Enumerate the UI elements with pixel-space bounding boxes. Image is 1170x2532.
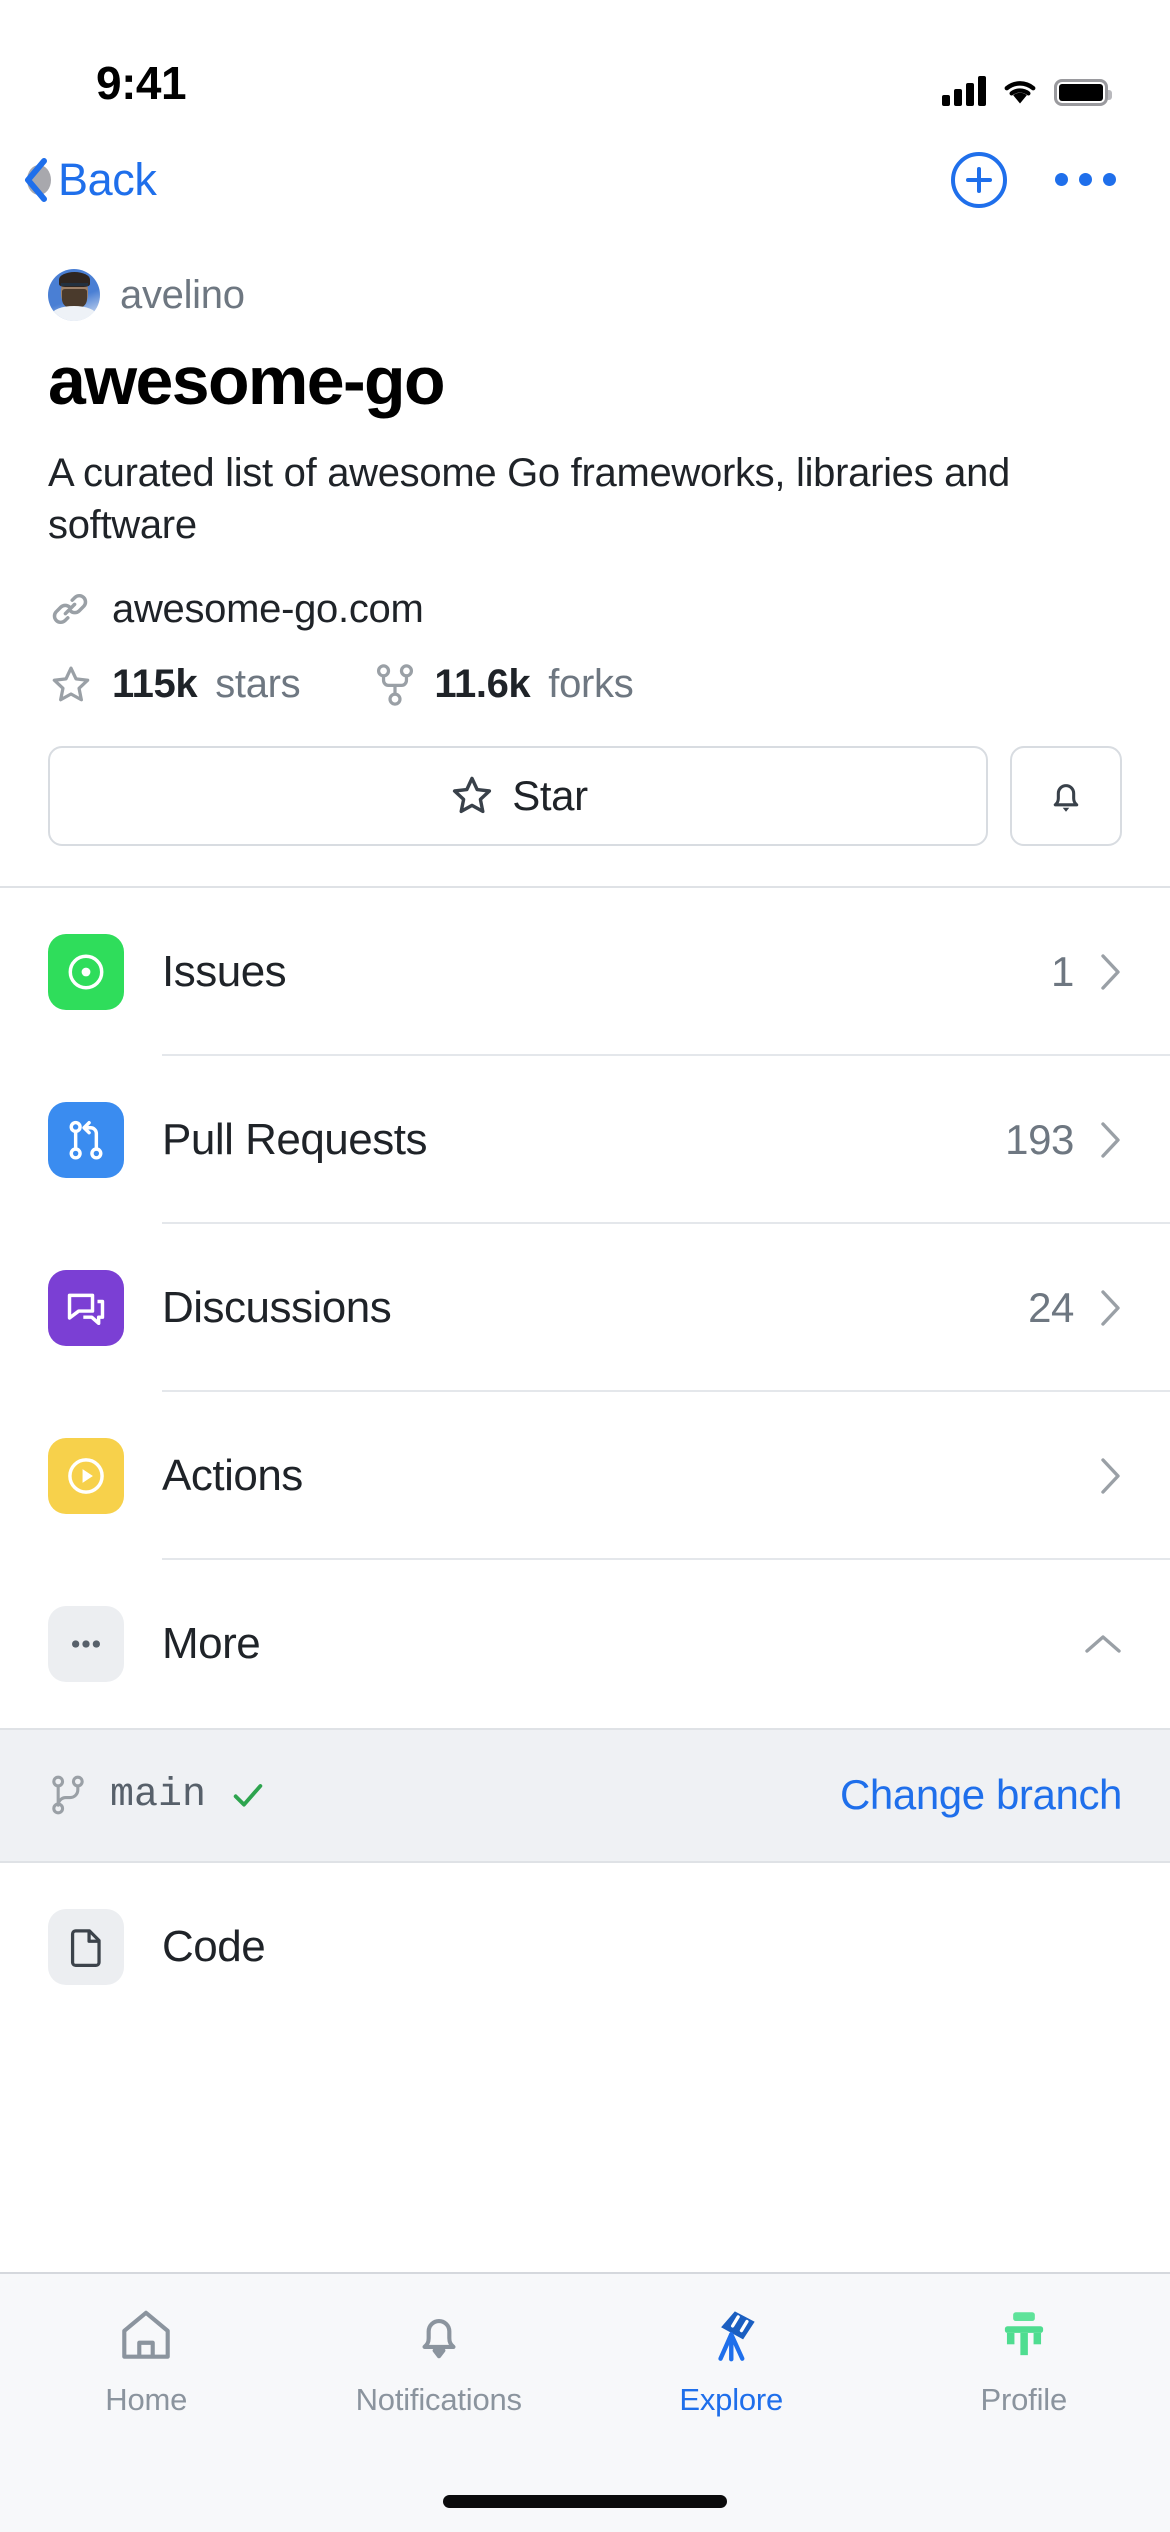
forks-count: 11.6k (434, 662, 531, 707)
profile-icon (993, 2302, 1055, 2368)
menu-item-actions[interactable]: Actions (48, 1392, 1170, 1560)
telescope-icon (698, 2302, 764, 2368)
status-bar: 9:41 (0, 0, 1170, 132)
back-label: Back (58, 153, 157, 205)
ellipsis-icon (48, 1605, 124, 1682)
page-title: awesome-go (48, 343, 445, 419)
repository-menu: Issues 1 Pull Requests 193 Discussions 2… (0, 887, 1170, 1728)
stars-stat[interactable]: 115k stars (48, 662, 301, 708)
comment-discussion-icon (48, 1269, 124, 1346)
menu-item-count: 24 (1028, 1283, 1074, 1331)
tab-label: Notifications (355, 2382, 522, 2417)
menu-item-label: Discussions (162, 1282, 392, 1332)
chevron-left-icon (25, 157, 51, 202)
menu-item-count: 1 (1051, 947, 1074, 995)
forks-stat[interactable]: 11.6k forks (374, 662, 634, 708)
homepage-link[interactable]: awesome-go.com (0, 551, 1170, 632)
repository-action-buttons: Star (0, 708, 1170, 886)
signal-bars-icon (942, 76, 986, 106)
branch-name: main (110, 1772, 207, 1818)
battery-full-icon (1054, 79, 1112, 106)
menu-item-discussions[interactable]: Discussions 24 (48, 1224, 1170, 1392)
menu-item-pull-requests[interactable]: Pull Requests 193 (48, 1056, 1170, 1224)
chevron-right-icon (1101, 954, 1120, 990)
menu-item-label: Actions (162, 1450, 303, 1500)
play-circle-icon (48, 1437, 124, 1514)
current-branch[interactable]: main (48, 1772, 268, 1818)
bell-icon (408, 2302, 470, 2368)
back-button[interactable]: Back (22, 153, 157, 206)
menu-item-code[interactable]: Code (0, 1862, 1170, 2031)
link-icon (52, 594, 88, 625)
navigation-bar: Back (0, 132, 1170, 227)
check-icon (233, 1784, 263, 1807)
tab-explore[interactable]: Explore (585, 2302, 878, 2418)
repository-description: A curated list of awesome Go frameworks,… (48, 451, 1010, 547)
star-button[interactable]: Star (48, 745, 988, 846)
watch-button[interactable] (1010, 745, 1122, 846)
git-branch-icon (52, 1775, 84, 1815)
owner-name: avelino (120, 272, 245, 317)
menu-item-issues[interactable]: Issues 1 (48, 888, 1170, 1056)
stars-count: 115k (112, 662, 198, 707)
tab-bar: Home Notifications Explore Profile (0, 2272, 1170, 2532)
status-bar-icons (942, 76, 1112, 110)
bell-icon (1053, 784, 1079, 812)
plus-circle-icon[interactable] (951, 151, 1007, 208)
home-icon (115, 2302, 177, 2368)
menu-item-label: Issues (162, 946, 287, 996)
chevron-right-icon (1101, 1290, 1120, 1326)
star-icon (52, 666, 90, 702)
repo-forked-icon (377, 664, 414, 706)
wifi-icon (1004, 81, 1036, 104)
status-bar-time: 9:41 (96, 57, 187, 109)
issue-opened-icon (48, 933, 124, 1010)
star-icon (453, 776, 492, 813)
repository-scroll-view[interactable]: avelino awesome-go A curated list of awe… (0, 227, 1170, 2272)
tab-notifications[interactable]: Notifications (293, 2302, 586, 2418)
home-indicator (443, 2495, 727, 2508)
change-branch-button[interactable]: Change branch (840, 1771, 1122, 1819)
file-code-icon (48, 1908, 124, 1985)
repository-owner[interactable]: avelino (0, 227, 1170, 321)
menu-item-count: 193 (1005, 1115, 1074, 1163)
menu-item-label: Pull Requests (162, 1114, 427, 1164)
tab-label: Home (105, 2382, 188, 2417)
repository-stats: 115k stars 11.6k forks (0, 632, 1170, 708)
chevron-right-icon (1101, 1122, 1120, 1158)
menu-item-label: More (162, 1618, 261, 1668)
tab-label: Profile (980, 2382, 1068, 2417)
star-button-label: Star (512, 771, 588, 819)
tab-profile[interactable]: Profile (878, 2302, 1170, 2418)
chevron-up-icon (1085, 1635, 1121, 1653)
nav-actions (951, 151, 1122, 208)
tab-home[interactable]: Home (0, 2302, 293, 2418)
ellipsis-icon[interactable] (1049, 159, 1122, 200)
avatar (48, 269, 100, 321)
forks-label: forks (548, 662, 634, 707)
menu-item-label: Code (162, 1921, 266, 1971)
git-pull-request-icon (48, 1101, 124, 1178)
chevron-right-icon (1101, 1458, 1120, 1494)
menu-item-more[interactable]: More (48, 1560, 1170, 1728)
stars-label: stars (215, 662, 301, 707)
tab-label: Explore (679, 2382, 784, 2417)
homepage-url: awesome-go.com (112, 586, 424, 631)
branch-bar: main Change branch (0, 1727, 1170, 1863)
